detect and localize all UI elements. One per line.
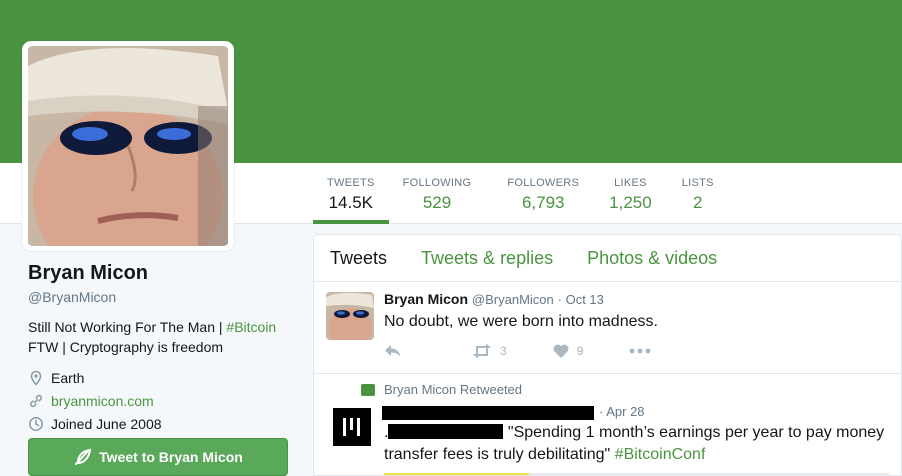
tweet-item[interactable]: Bryan Micon @BryanMicon · Oct 13 No doub… — [314, 282, 901, 374]
like-button[interactable]: 9 — [553, 344, 584, 358]
tweet-timestamp[interactable]: · Oct 13 — [558, 292, 604, 307]
profile-meta: Earth bryanmicon.com Joined June 2008 — [28, 367, 293, 435]
reply-button[interactable] — [384, 344, 410, 358]
link-icon — [29, 394, 43, 408]
stat-value: 2 — [692, 193, 703, 212]
location-text: Earth — [51, 370, 85, 386]
profile-card: Bryan Micon @BryanMicon Still Not Workin… — [28, 262, 293, 436]
stat-following[interactable]: FOLLOWING 529 — [389, 163, 486, 224]
stat-value: 14.5K — [328, 193, 374, 212]
tweet-author-name[interactable]: Bryan Micon — [384, 291, 468, 307]
tab-photos-videos[interactable]: Photos & videos — [569, 248, 733, 269]
bio-text: FTW | Cryptography is freedom — [28, 339, 224, 355]
retweet-icon — [361, 383, 375, 396]
stat-label: TWEETS — [327, 177, 375, 189]
tweet-to-label: Tweet to Bryan Micon — [99, 449, 243, 465]
retweet-context: Bryan Micon Retweeted — [361, 382, 522, 397]
stat-label: LIKES — [614, 177, 647, 189]
tweet-text: No doubt, we were born into madness. — [384, 313, 658, 330]
tweet-hashtag-link[interactable]: #BitcoinConf — [615, 446, 706, 463]
retweet-button[interactable]: 3 — [472, 344, 507, 358]
tweet-actions: 3 9 — [384, 344, 689, 358]
tweet-item[interactable]: Bryan Micon Retweeted · Apr 28 . "Spendi… — [314, 374, 901, 475]
profile-stats: TWEETS 14.5K FOLLOWING 529 FOLLOWERS 6,7… — [313, 163, 728, 224]
more-button[interactable] — [629, 348, 659, 354]
tab-tweets-replies[interactable]: Tweets & replies — [403, 248, 569, 269]
profile-handle[interactable]: @BryanMicon — [28, 289, 293, 305]
profile-bio: Still Not Working For The Man | #Bitcoin… — [28, 317, 293, 357]
more-dots-icon — [629, 348, 651, 354]
bio-text: Still Not Working For The Man | — [28, 319, 227, 335]
tab-tweets[interactable]: Tweets — [314, 248, 403, 269]
tweet-avatar[interactable] — [326, 292, 374, 340]
stat-value: 529 — [422, 193, 452, 212]
timeline-tabs: Tweets Tweets & replies Photos & videos — [314, 235, 901, 282]
stat-tweets[interactable]: TWEETS 14.5K — [313, 163, 389, 224]
heart-icon — [553, 344, 569, 358]
retweet-context-text[interactable]: Bryan Micon Retweeted — [384, 382, 522, 397]
tweet-header: Bryan Micon @BryanMicon · Oct 13 — [384, 291, 604, 307]
tweet-text: . "Spending 1 month’s earnings per year … — [384, 422, 894, 466]
redaction-bar — [388, 424, 504, 439]
stat-followers[interactable]: FOLLOWERS 6,793 — [485, 163, 601, 224]
bio-hashtag-link[interactable]: #Bitcoin — [226, 319, 276, 335]
joined-text: Joined June 2008 — [51, 416, 162, 432]
stat-value: 6,793 — [521, 193, 565, 212]
tweet-author-handle[interactable]: @BryanMicon — [472, 292, 554, 307]
redaction-bar — [382, 406, 594, 420]
stat-likes[interactable]: LIKES 1,250 — [601, 163, 666, 224]
stat-label: LISTS — [681, 177, 714, 189]
retweet-icon — [473, 344, 491, 358]
tweet-to-button[interactable]: Tweet to Bryan Micon — [28, 438, 288, 476]
stat-lists[interactable]: LISTS 2 — [666, 163, 728, 224]
compose-feather-icon — [75, 448, 92, 465]
profile-name[interactable]: Bryan Micon — [28, 262, 293, 285]
location-pin-icon — [30, 370, 42, 386]
calendar-icon — [29, 417, 43, 431]
profile-joined: Joined June 2008 — [28, 413, 293, 435]
url-link[interactable]: bryanmicon.com — [51, 393, 154, 409]
profile-location: Earth — [28, 367, 293, 389]
profile-avatar[interactable] — [22, 41, 234, 251]
retweet-count: 3 — [500, 344, 507, 358]
reply-icon — [385, 345, 401, 357]
logo-icon — [343, 418, 360, 436]
stat-label: FOLLOWERS — [507, 177, 580, 189]
stat-label: FOLLOWING — [402, 177, 472, 189]
stat-value: 1,250 — [609, 193, 652, 212]
timeline: Tweets Tweets & replies Photos & videos … — [313, 234, 902, 476]
like-count: 9 — [576, 344, 584, 358]
tweet-timestamp[interactable]: · Apr 28 — [599, 404, 645, 419]
avatar-photo — [28, 46, 228, 246]
tweet-avatar[interactable] — [333, 408, 371, 446]
profile-url[interactable]: bryanmicon.com — [28, 390, 293, 412]
